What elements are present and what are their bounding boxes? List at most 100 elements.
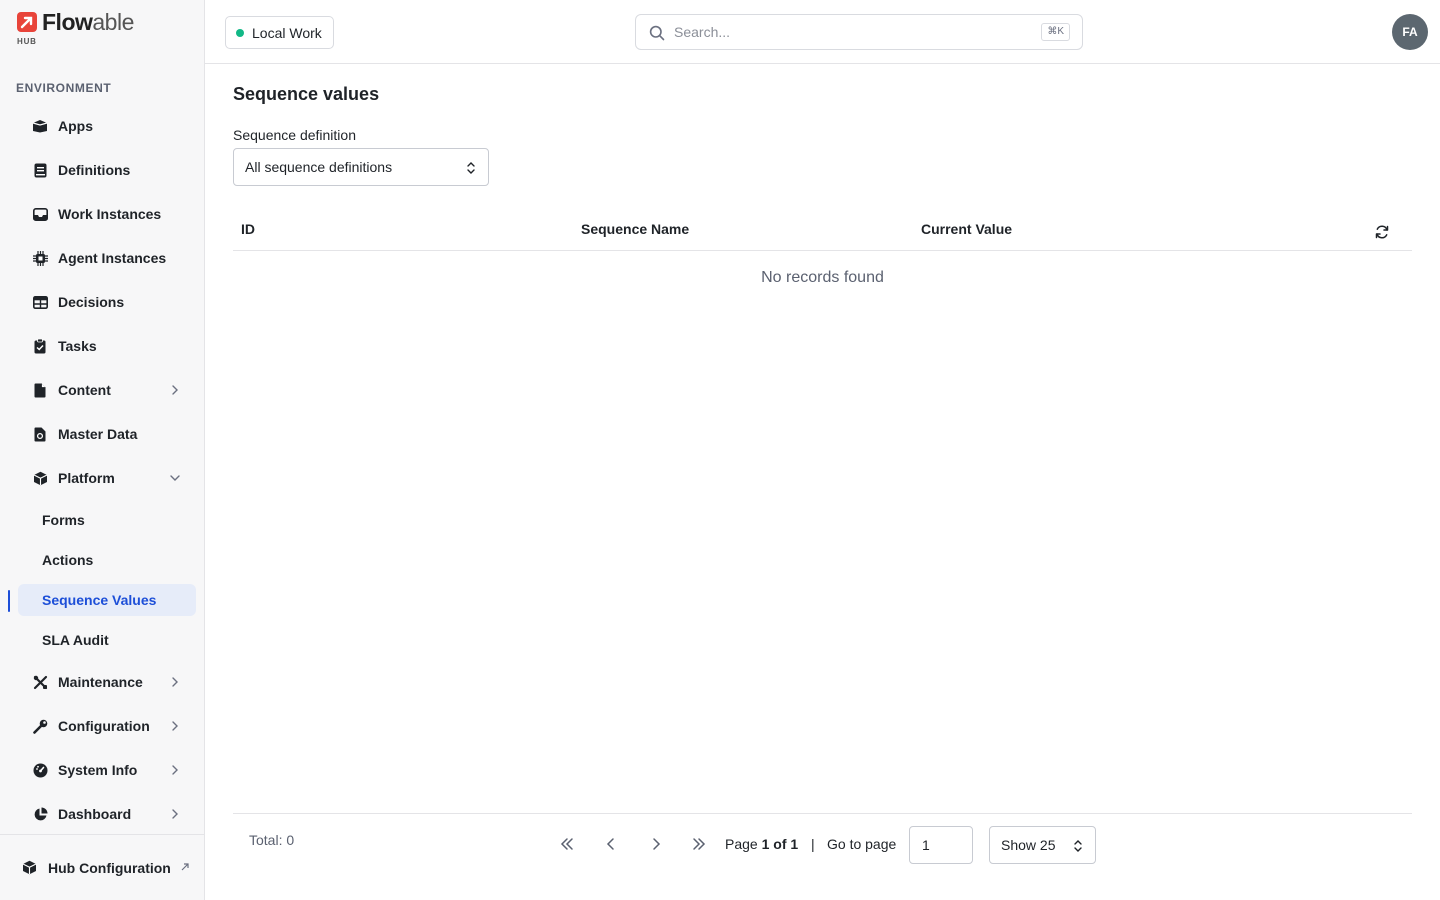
chevron-down-icon: [170, 475, 180, 481]
previous-page-button[interactable]: [601, 834, 621, 854]
last-page-button[interactable]: [689, 834, 709, 854]
page-size-value: Show 25: [1001, 837, 1056, 853]
flowable-logo[interactable]: Flowable HUB: [16, 10, 134, 50]
sidebar-item-label: Configuration: [58, 718, 150, 734]
page-size-select[interactable]: Show 25: [989, 826, 1096, 864]
sequence-definition-label: Sequence definition: [233, 127, 356, 143]
column-header-current-value[interactable]: Current Value: [921, 221, 1012, 237]
sequence-values-table: ID Sequence Name Current Value No record…: [233, 210, 1412, 287]
sidebar-item-agent-instances[interactable]: Agent Instances: [0, 236, 204, 280]
box-open-icon: [32, 118, 48, 134]
page-prefix: Page: [725, 836, 758, 852]
search-box[interactable]: ⌘K: [635, 14, 1083, 50]
sidebar-item-label: Definitions: [58, 162, 131, 178]
hub-configuration-label: Hub Configuration: [48, 859, 171, 876]
sidebar-item-label: Decisions: [58, 294, 125, 310]
sidebar-item-label: Apps: [58, 118, 93, 134]
pagination-footer: Total: 0 Page 1 of 1 | Go to page Show 2…: [233, 813, 1412, 900]
workspace-switcher[interactable]: Local Work: [225, 16, 334, 49]
empty-state-message: No records found: [761, 269, 884, 286]
user-avatar[interactable]: FA: [1392, 14, 1428, 50]
sidebar-item-dashboard[interactable]: Dashboard: [0, 792, 204, 836]
page-indicator: Page 1 of 1: [725, 836, 798, 852]
sidebar-item-label: System Info: [58, 762, 138, 778]
flowable-logo-icon: [17, 12, 37, 32]
cpu-icon: [32, 250, 48, 266]
gauge-icon: [32, 762, 48, 778]
sidebar-item-platform[interactable]: Platform: [0, 456, 204, 500]
table-icon: [32, 294, 48, 310]
sidebar-item-label: Work Instances: [58, 206, 162, 222]
sidebar-item-label: Platform: [58, 470, 115, 486]
sidebar-subitem-sequence-values[interactable]: Sequence Values: [18, 584, 196, 616]
sidebar-item-system-info[interactable]: System Info: [0, 748, 204, 792]
chevron-left-icon: [606, 838, 614, 850]
select-arrows-icon: [467, 162, 475, 174]
main-content: Sequence values Sequence definition All …: [233, 64, 1412, 900]
sidebar-subitem-actions[interactable]: Actions: [0, 540, 204, 580]
topbar: Local Work ⌘K FA: [205, 0, 1440, 64]
logo-subtitle: HUB: [17, 37, 37, 46]
sidebar-subitem-sla-audit[interactable]: SLA Audit: [0, 620, 204, 660]
page-current: 1 of 1: [761, 836, 799, 852]
sidebar-nav: Apps Definitions Work Instances Agent In…: [0, 104, 204, 836]
logo-text-strong: Flow: [42, 9, 93, 35]
sidebar-item-label: Content: [58, 382, 111, 398]
sidebar-item-label: Master Data: [58, 426, 138, 442]
sidebar: Flowable HUB ENVIRONMENT Apps Definition…: [0, 0, 205, 900]
clipboard-check-icon: [32, 338, 48, 354]
go-to-page-label: Go to page: [827, 836, 897, 852]
column-header-sequence-name[interactable]: Sequence Name: [581, 221, 689, 237]
chevron-right-icon: [172, 809, 178, 819]
pagination-separator: |: [811, 836, 815, 852]
next-page-button[interactable]: [646, 834, 666, 854]
sidebar-item-definitions[interactable]: Definitions: [0, 148, 204, 192]
sidebar-item-maintenance[interactable]: Maintenance: [0, 660, 204, 704]
file-db-icon: [32, 426, 48, 442]
chevron-right-icon: [172, 721, 178, 731]
active-indicator: [8, 590, 10, 612]
section-label-environment: ENVIRONMENT: [16, 81, 112, 95]
external-link-icon: [181, 863, 189, 871]
sidebar-item-decisions[interactable]: Decisions: [0, 280, 204, 324]
sidebar-item-tasks[interactable]: Tasks: [0, 324, 204, 368]
tools-icon: [32, 674, 48, 690]
logo-text-soft: able: [92, 9, 134, 35]
search-shortcut-badge: ⌘K: [1041, 23, 1070, 41]
sequence-definition-value: All sequence definitions: [245, 159, 393, 175]
sidebar-item-master-data[interactable]: Master Data: [0, 412, 204, 456]
sidebar-item-configuration[interactable]: Configuration: [0, 704, 204, 748]
column-header-id[interactable]: ID: [241, 221, 255, 237]
book-icon: [32, 162, 48, 178]
sidebar-item-work-instances[interactable]: Work Instances: [0, 192, 204, 236]
sidebar-item-label: Agent Instances: [58, 250, 167, 266]
chevrons-left-icon: [560, 838, 573, 850]
sidebar-item-label: Tasks: [58, 338, 97, 354]
wrench-icon: [32, 718, 48, 734]
first-page-button[interactable]: [557, 834, 577, 854]
cube-icon: [32, 470, 48, 486]
sidebar-item-label: Dashboard: [58, 806, 132, 822]
sidebar-item-apps[interactable]: Apps: [0, 104, 204, 148]
table-header: ID Sequence Name Current Value: [233, 210, 1412, 251]
sidebar-subitem-forms[interactable]: Forms: [0, 500, 204, 540]
chevron-right-icon: [172, 385, 178, 395]
sequence-definition-select[interactable]: All sequence definitions: [233, 148, 489, 186]
select-arrows-icon: [1074, 840, 1082, 852]
page-title: Sequence values: [233, 84, 380, 104]
sidebar-item-label: Maintenance: [58, 674, 143, 690]
chevron-right-icon: [653, 838, 661, 850]
chevron-right-icon: [172, 677, 178, 687]
refresh-icon[interactable]: [1374, 224, 1390, 240]
chevrons-right-icon: [693, 838, 706, 850]
hub-configuration-link[interactable]: Hub Configuration: [0, 834, 204, 900]
workspace-label: Local Work: [252, 24, 322, 41]
search-input[interactable]: [674, 24, 1034, 40]
go-to-page-input[interactable]: [909, 826, 973, 864]
status-dot: [236, 29, 244, 37]
inbox-icon: [32, 206, 48, 222]
cube-icon: [22, 860, 38, 876]
total-count: Total: 0: [249, 832, 295, 848]
chevron-right-icon: [172, 765, 178, 775]
sidebar-item-content[interactable]: Content: [0, 368, 204, 412]
